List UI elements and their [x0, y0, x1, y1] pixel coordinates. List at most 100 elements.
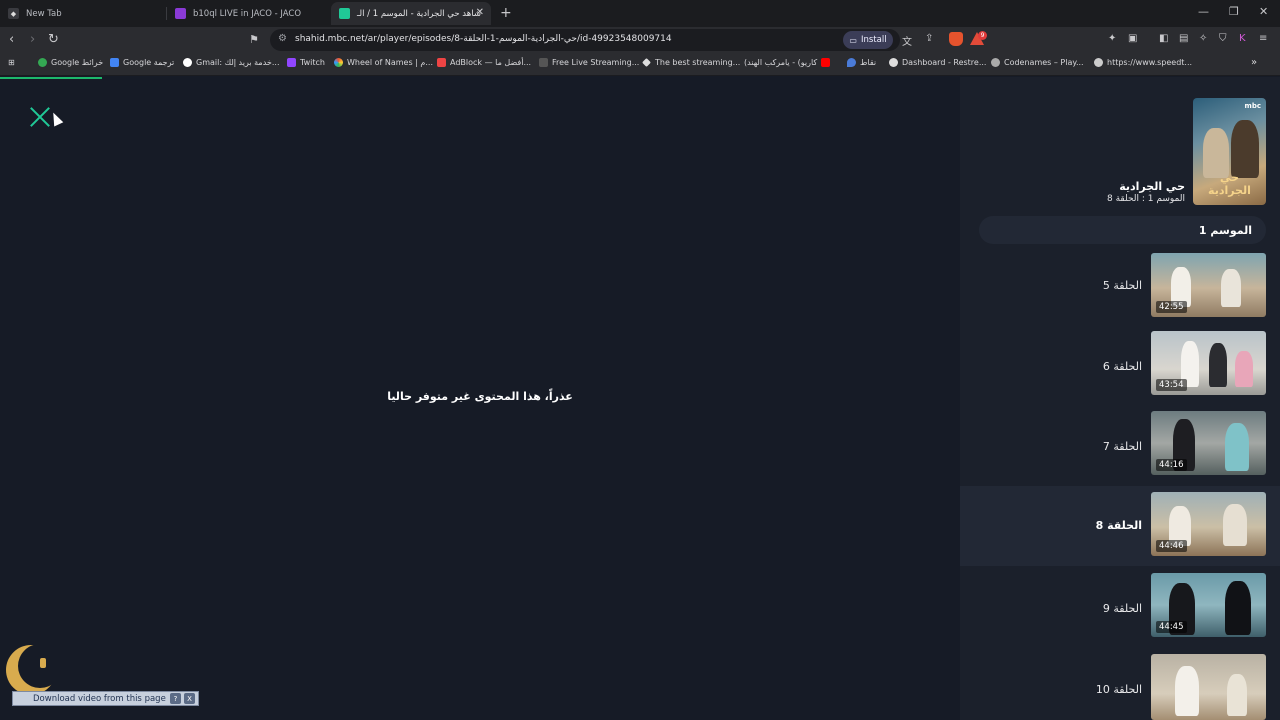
youtube-icon	[821, 58, 831, 67]
adblock-icon	[437, 58, 446, 67]
bookmark-item[interactable]: Dashboard - Restre...	[889, 58, 986, 67]
bookmark-item[interactable]: Google خرائط	[38, 58, 103, 67]
drop-icon	[847, 58, 856, 67]
episode-duration: 44:46	[1156, 540, 1187, 552]
close-icon[interactable]: X	[184, 693, 195, 704]
sidebar-toggle-icon[interactable]: ◧	[1159, 33, 1168, 44]
download-video-label[interactable]: Download video from this page	[33, 694, 170, 704]
episode-row[interactable]: الحلقة 10	[960, 650, 1280, 720]
maps-icon	[38, 58, 47, 67]
thumb-figure	[1227, 674, 1247, 716]
minimize-icon[interactable]: —	[1198, 5, 1209, 18]
episode-label: الحلقة 7	[1102, 440, 1142, 453]
restream-icon	[889, 58, 898, 67]
shahid-favicon-icon	[339, 8, 350, 19]
help-icon[interactable]: ?	[170, 693, 181, 704]
download-video-bar[interactable]: Download video from this page ? X	[12, 691, 199, 706]
episode-row[interactable]: الحلقة 5 42:55	[960, 248, 1280, 323]
bookmark-item[interactable]: Gmail: خدمة بريد إلك...	[183, 58, 280, 67]
google-icon	[183, 58, 192, 67]
translate-icon[interactable]: 文	[902, 33, 912, 48]
poster-title: حي الجرادية	[1208, 171, 1251, 197]
episode-thumbnail[interactable]	[1151, 654, 1266, 720]
bookmark-item[interactable]: Google ترجمة	[110, 58, 174, 67]
thumb-figure	[1225, 581, 1251, 635]
wheel-icon	[334, 58, 343, 67]
jaco-favicon-icon	[175, 8, 186, 19]
poster-figure	[1231, 120, 1259, 178]
tab-title: شاهد حي الجرادية - الموسم 1 / الـ	[357, 8, 481, 19]
shield-icon: ◆	[8, 8, 19, 19]
lantern-icon	[40, 658, 46, 668]
bookmark-item[interactable]: The best streaming...	[642, 58, 740, 67]
translate-icon	[110, 58, 119, 67]
season-selector[interactable]: الموسم 1	[979, 216, 1266, 244]
bookmark-item[interactable]: Free Live Streaming...	[539, 58, 639, 67]
twitch-icon	[287, 58, 296, 67]
episode-label: الحلقة 6	[1102, 360, 1142, 373]
address-bar[interactable]: ⚙ shahid.mbc.net/ar/player/episodes/حي-ا…	[270, 29, 900, 51]
episode-thumbnail[interactable]: 44:16	[1151, 411, 1266, 475]
restore-icon[interactable]: ❐	[1229, 5, 1239, 18]
menu-icon[interactable]: ≡	[1259, 33, 1267, 44]
episode-duration: 42:55	[1156, 301, 1187, 313]
bookmark-item[interactable]: Twitch	[287, 58, 325, 67]
screenshot-icon[interactable]: ▣	[1128, 33, 1137, 44]
thumb-figure	[1225, 423, 1249, 471]
install-button[interactable]: ▭ Install	[843, 31, 893, 49]
back-icon[interactable]: ‹	[9, 32, 14, 47]
episode-thumbnail[interactable]: 44:46	[1151, 492, 1266, 556]
new-tab-plus-icon[interactable]: +	[500, 5, 512, 21]
bookmark-item[interactable]: AdBlock — أفضل ما...	[437, 58, 531, 67]
bookmark-item[interactable]: نقاط	[847, 58, 876, 67]
thumb-figure	[1235, 351, 1253, 387]
bookmark-item[interactable]: https://www.speedt...	[1094, 58, 1192, 67]
tab-close-icon[interactable]: ✕	[476, 7, 484, 18]
site-info-icon[interactable]: ⚙	[278, 33, 287, 44]
extensions-icon[interactable]: ✦	[1108, 33, 1116, 44]
bookmark-item[interactable]: Wheel of Names | م...	[334, 58, 433, 67]
install-label: Install	[860, 35, 887, 45]
page-load-progress	[0, 77, 102, 79]
leo-ai-icon[interactable]: ✧	[1199, 33, 1207, 44]
episode-label: الحلقة 8	[1095, 519, 1142, 532]
reload-icon[interactable]: ↻	[48, 32, 59, 47]
tab-jaco[interactable]: b10ql LIVE in JACO - JACO	[167, 2, 330, 25]
window-close-icon[interactable]: ✕	[1259, 5, 1268, 18]
forward-icon[interactable]: ›	[30, 32, 35, 47]
speedtest-icon	[1094, 58, 1103, 67]
apps-grid-icon[interactable]: ⊞	[8, 58, 15, 67]
vpn-icon[interactable]: ⛉	[1219, 33, 1227, 44]
episode-duration: 43:54	[1156, 379, 1187, 391]
tab-title: b10ql LIVE in JACO - JACO	[193, 8, 302, 19]
tab-shahid[interactable]: شاهد حي الجرادية - الموسم 1 / الـ ✕	[331, 2, 491, 25]
wallet-icon[interactable]: ▤	[1179, 33, 1188, 44]
thumb-figure	[1223, 504, 1247, 546]
episode-thumbnail[interactable]: 42:55	[1151, 253, 1266, 317]
monitor-icon: ▭	[849, 35, 857, 45]
bookmark-item[interactable]: Codenames – Play...	[991, 58, 1084, 67]
brave-shields-icon[interactable]	[949, 32, 963, 46]
episode-label: الحلقة 9	[1102, 602, 1142, 615]
profile-icon[interactable]: K	[1239, 33, 1246, 44]
episode-thumbnail[interactable]: 43:54	[1151, 331, 1266, 395]
episode-label: الحلقة 10	[1095, 683, 1142, 696]
show-poster[interactable]: mbc حي الجرادية	[1193, 98, 1266, 205]
bookmark-icon[interactable]: ⚑	[249, 33, 259, 46]
tab-title: New Tab	[26, 8, 62, 19]
bookmarks-overflow-icon[interactable]: »	[1251, 57, 1257, 68]
episode-row[interactable]: الحلقة 6 43:54	[960, 328, 1280, 403]
episode-row[interactable]: الحلقة 7 44:16	[960, 408, 1280, 483]
episode-duration: 44:45	[1156, 621, 1187, 633]
bookmark-item[interactable]: كاريو) - يامركب الهند)	[744, 58, 831, 67]
episode-row[interactable]: الحلقة 9 44:45	[960, 569, 1280, 644]
browser-toolbar: ‹ › ↻ ⚑ ⚙ shahid.mbc.net/ar/player/episo…	[0, 27, 1280, 53]
thumb-figure	[1221, 269, 1241, 307]
url-text: shahid.mbc.net/ar/player/episodes/حي-الج…	[295, 34, 672, 44]
episode-thumbnail[interactable]: 44:45	[1151, 573, 1266, 637]
share-icon[interactable]: ⇪	[925, 33, 933, 44]
tab-new-tab[interactable]: ◆ New Tab	[0, 2, 165, 25]
diamond-icon	[642, 58, 651, 67]
episode-row-active[interactable]: الحلقة 8 44:46	[960, 486, 1280, 566]
close-player-icon[interactable]	[29, 106, 51, 128]
